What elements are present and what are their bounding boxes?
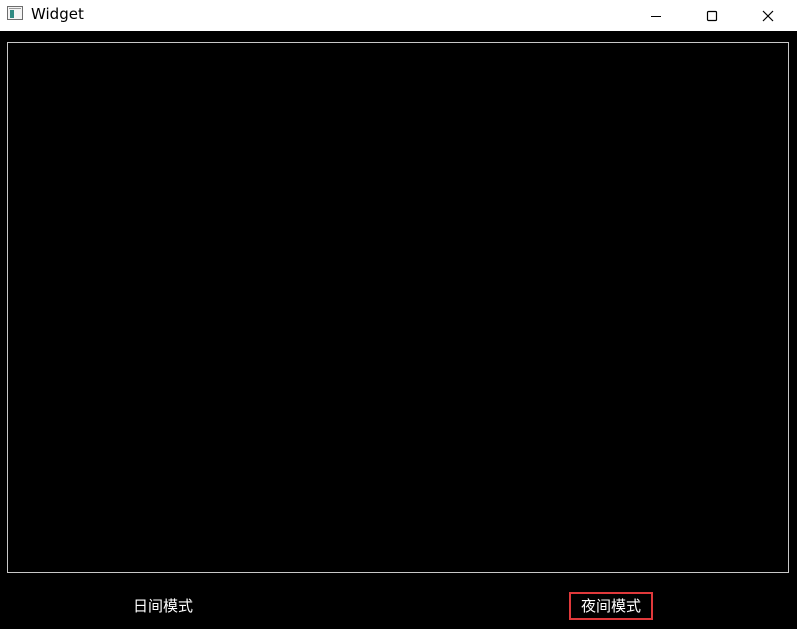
minimize-button[interactable]	[627, 0, 685, 31]
close-icon	[762, 10, 774, 21]
app-window: Widget 日间模式 夜间模式	[0, 0, 797, 629]
display-panel	[7, 42, 789, 573]
minimize-icon	[651, 15, 661, 17]
window-title: Widget	[31, 5, 84, 23]
close-button[interactable]	[739, 0, 797, 31]
app-window-icon	[7, 6, 23, 20]
day-mode-button[interactable]: 日间模式	[118, 592, 208, 620]
maximize-button[interactable]	[683, 0, 741, 31]
maximize-icon	[706, 10, 718, 21]
night-mode-button[interactable]: 夜间模式	[569, 592, 653, 620]
title-bar[interactable]: Widget	[0, 0, 797, 31]
